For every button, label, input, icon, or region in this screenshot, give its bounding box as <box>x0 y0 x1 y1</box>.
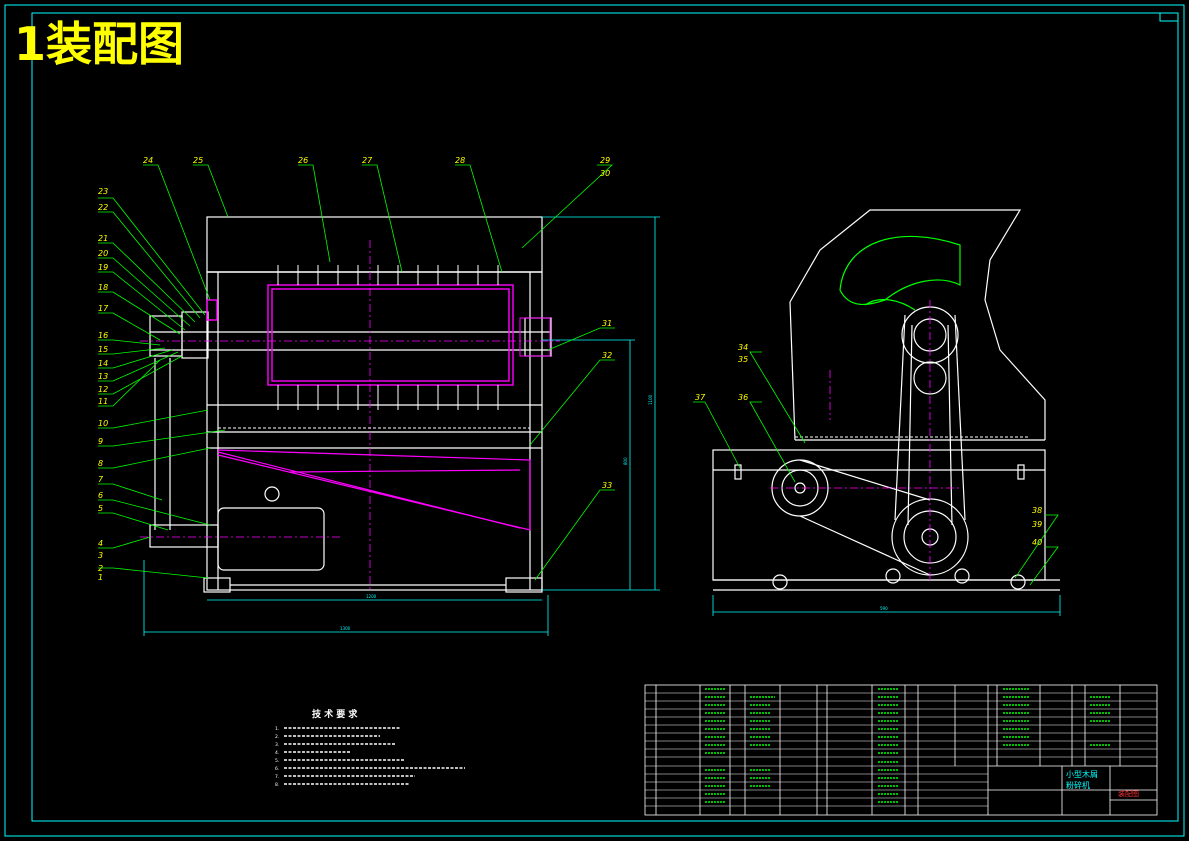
balloon: 23 <box>98 187 108 196</box>
rotor-hammers <box>277 265 499 410</box>
dim-front-overall: 1300 <box>340 626 351 631</box>
dimension-lines <box>143 216 1061 636</box>
balloon: 31 <box>602 319 612 328</box>
title-block-name-line2: 粉碎机 <box>1066 780 1090 790</box>
balloon: 9 <box>98 437 103 446</box>
side-view <box>712 209 1060 591</box>
balloons-front: 23 22 21 20 19 18 17 16 15 14 13 12 11 1… <box>98 156 612 582</box>
balloon: 39 <box>1032 520 1042 529</box>
sheet-border <box>4 4 1185 837</box>
dim-front-height-outer: 1100 <box>648 394 653 405</box>
front-view <box>149 216 552 593</box>
balloon: 10 <box>98 419 108 428</box>
balloon: 17 <box>98 304 109 313</box>
dim-front-width: 1200 <box>366 594 377 599</box>
balloon: 33 <box>602 481 612 490</box>
title-block-name-line1: 小型木屑 <box>1066 769 1098 779</box>
tech-req-item: 2. <box>275 734 279 740</box>
discharge-chute <box>217 449 531 531</box>
drawing-title: 1装配图 <box>14 17 184 71</box>
balloon: 27 <box>362 156 373 165</box>
balloon: 22 <box>98 203 108 212</box>
balloon: 37 <box>695 393 706 402</box>
tech-req-item: 8. <box>275 782 279 788</box>
balloon: 21 <box>98 234 108 243</box>
balloon: 15 <box>98 345 108 354</box>
balloon: 35 <box>738 355 748 364</box>
tech-req-heading: 技 术 要 求 <box>312 708 358 720</box>
balloon: 4 <box>98 539 103 548</box>
balloon: 3 <box>98 551 103 560</box>
tech-req-item: 3. <box>275 742 279 748</box>
balloon: 8 <box>98 459 103 468</box>
balloon: 12 <box>98 385 108 394</box>
tech-req-item: 5. <box>275 758 279 764</box>
balloon: 14 <box>98 359 108 368</box>
tech-req-item: 1. <box>275 726 279 732</box>
balloon: 7 <box>98 475 104 484</box>
balloon: 18 <box>98 283 108 292</box>
front-center-lines <box>140 240 560 590</box>
balloon: 38 <box>1032 506 1042 515</box>
balloon: 26 <box>298 156 308 165</box>
balloon: 5 <box>98 504 103 513</box>
dim-front-height-inner: 800 <box>623 457 628 465</box>
balloon: 28 <box>455 156 465 165</box>
balloon: 1 <box>98 573 103 582</box>
side-hood <box>839 235 961 311</box>
rotor-drum <box>206 284 551 386</box>
drawing-frame <box>31 12 1179 822</box>
balloon: 34 <box>738 343 748 352</box>
balloon: 30 <box>600 169 610 178</box>
balloon: 25 <box>193 156 203 165</box>
parts-list-entries <box>705 688 1110 803</box>
balloon: 19 <box>98 263 108 272</box>
dim-side-width: 590 <box>880 606 888 611</box>
balloon: 24 <box>143 156 153 165</box>
balloon: 29 <box>600 156 610 165</box>
balloon: 36 <box>738 393 748 402</box>
title-block-stamp: 装配图 <box>1118 789 1139 798</box>
balloon: 13 <box>98 372 108 381</box>
assembly-drawing: 1 装配图 1200 1300 800 1100 590 23 22 21 20 … <box>4 4 1185 837</box>
balloon: 6 <box>98 491 103 500</box>
balloons-side: 34 35 36 37 38 39 40 <box>695 343 1042 547</box>
tech-req-item: 7. <box>275 774 279 780</box>
balloon: 11 <box>98 397 108 406</box>
balloon: 2 <box>98 564 103 573</box>
tech-req-item: 4. <box>275 750 279 756</box>
balloon: 16 <box>98 331 108 340</box>
balloon: 32 <box>602 351 612 360</box>
frame-corner-mark <box>1159 12 1179 22</box>
technical-requirements: 技 术 要 求 1. 2. 3. 4. 5. 6. 7. 8. <box>275 708 465 788</box>
balloon: 20 <box>98 249 108 258</box>
balloon: 40 <box>1032 538 1042 547</box>
tech-req-item: 6. <box>275 766 279 772</box>
